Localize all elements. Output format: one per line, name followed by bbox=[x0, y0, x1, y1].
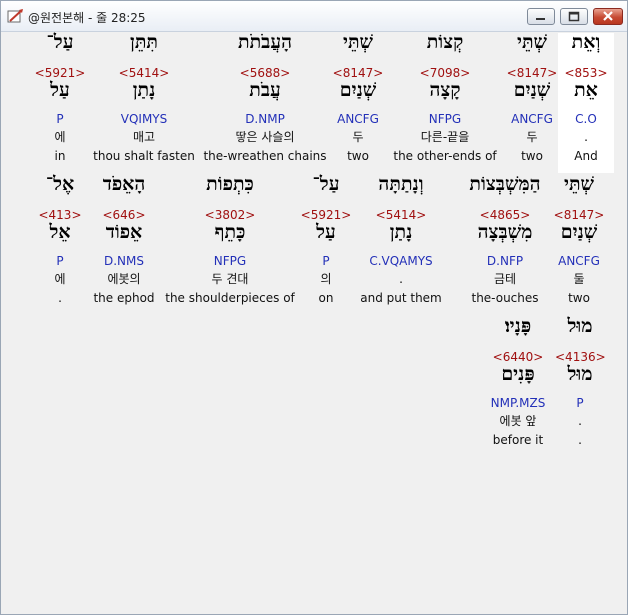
english-gloss: . bbox=[58, 291, 62, 305]
korean-gloss: 에봇의 bbox=[107, 272, 141, 286]
strong-number: <3802> bbox=[204, 208, 256, 222]
title-bar[interactable]: @원전본해 - 줄 28:25 bbox=[1, 1, 627, 32]
morphology: D.NMP bbox=[245, 112, 285, 126]
minimize-button[interactable] bbox=[527, 8, 555, 25]
hebrew-lemma: פָּנִים bbox=[501, 363, 535, 385]
strong-number: <413> bbox=[38, 208, 82, 222]
close-button[interactable] bbox=[593, 8, 623, 25]
korean-gloss: . bbox=[578, 414, 582, 428]
strong-number: <646> bbox=[102, 208, 146, 222]
app-window: @원전본해 - 줄 28:25 וְאֵת <853> אֵת C.O . An… bbox=[0, 0, 628, 615]
english-gloss: the ephod bbox=[93, 291, 155, 305]
interlinear-view[interactable]: וְאֵת <853> אֵת C.O . And שְׁתֵּי <8147>… bbox=[5, 33, 623, 611]
morphology: P bbox=[56, 254, 64, 268]
korean-gloss: 의 bbox=[320, 272, 332, 286]
morphology: D.NMS bbox=[103, 254, 144, 268]
app-icon bbox=[7, 9, 23, 23]
hebrew-word: הָעֲבֹתֹת bbox=[237, 31, 292, 53]
morphology: P bbox=[322, 254, 330, 268]
hebrew-word: וְנָתַתָּה bbox=[378, 173, 424, 195]
hebrew-word: אֶל־ bbox=[45, 173, 75, 195]
english-gloss: the-ouches bbox=[471, 291, 539, 305]
hebrew-word: עַל־ bbox=[312, 173, 340, 195]
english-gloss: before it bbox=[492, 433, 544, 447]
korean-gloss: 에봇 앞 bbox=[499, 414, 537, 428]
minimize-icon bbox=[536, 18, 545, 20]
strong-number: <5921> bbox=[34, 66, 86, 80]
morphology: C.VQAMYS bbox=[369, 254, 433, 268]
korean-gloss: 금테 bbox=[493, 272, 517, 286]
hebrew-lemma: מִשְׁבְּצָה bbox=[477, 221, 533, 243]
hebrew-lemma: כָּתֵף bbox=[214, 221, 246, 243]
english-gloss: the shoulderpieces of bbox=[165, 291, 295, 305]
hebrew-lemma: מוּל bbox=[567, 363, 593, 385]
hebrew-lemma: עַל bbox=[50, 79, 70, 101]
hebrew-word: עַל־ bbox=[46, 31, 74, 53]
korean-gloss: 두 견대 bbox=[211, 272, 249, 286]
korean-gloss: 땋은 사슬의 bbox=[235, 130, 295, 144]
english-gloss: and put them bbox=[360, 291, 442, 305]
window-title: @원전본해 - 줄 28:25 bbox=[28, 11, 146, 25]
strong-number: <6440> bbox=[492, 350, 544, 364]
hebrew-word: מוּל bbox=[567, 315, 593, 337]
strong-number: <4136> bbox=[555, 350, 606, 364]
maximize-icon bbox=[568, 11, 580, 22]
strong-number: <5688> bbox=[239, 66, 291, 80]
morphology: NMP.MZS bbox=[490, 396, 546, 410]
hebrew-word: הַמִּשְׁבְּצוֹת bbox=[469, 173, 541, 195]
morphology: P bbox=[56, 112, 64, 126]
english-gloss: on bbox=[318, 291, 334, 305]
morphology: D.NFP bbox=[486, 254, 524, 268]
english-gloss: in bbox=[54, 149, 66, 163]
strong-number: <5414> bbox=[375, 208, 427, 222]
strong-number: <4865> bbox=[479, 208, 531, 222]
english-gloss: the-wreathen chains bbox=[203, 149, 327, 163]
hebrew-lemma: נָתַן bbox=[389, 221, 413, 243]
morphology: P bbox=[576, 396, 584, 410]
strong-number: <5921> bbox=[300, 208, 352, 222]
korean-gloss: . bbox=[399, 272, 403, 286]
english-gloss: . bbox=[578, 433, 582, 447]
maximize-button[interactable] bbox=[560, 8, 588, 25]
hebrew-lemma: אֵפוֹד bbox=[105, 221, 143, 243]
korean-gloss: 에 bbox=[54, 272, 66, 286]
hebrew-word: פָּנָיו׃ bbox=[504, 315, 532, 337]
hebrew-lemma: עֲבֹת bbox=[249, 79, 281, 101]
hebrew-word: הָאֵפֹד bbox=[102, 173, 146, 195]
hebrew-lemma: עַל bbox=[316, 221, 336, 243]
hebrew-word: כִּתְפוֹת bbox=[206, 173, 254, 195]
korean-gloss: 에 bbox=[54, 130, 66, 144]
close-icon bbox=[603, 11, 613, 21]
hebrew-lemma: אֵל bbox=[49, 221, 71, 243]
morphology: NFPG bbox=[213, 254, 247, 268]
